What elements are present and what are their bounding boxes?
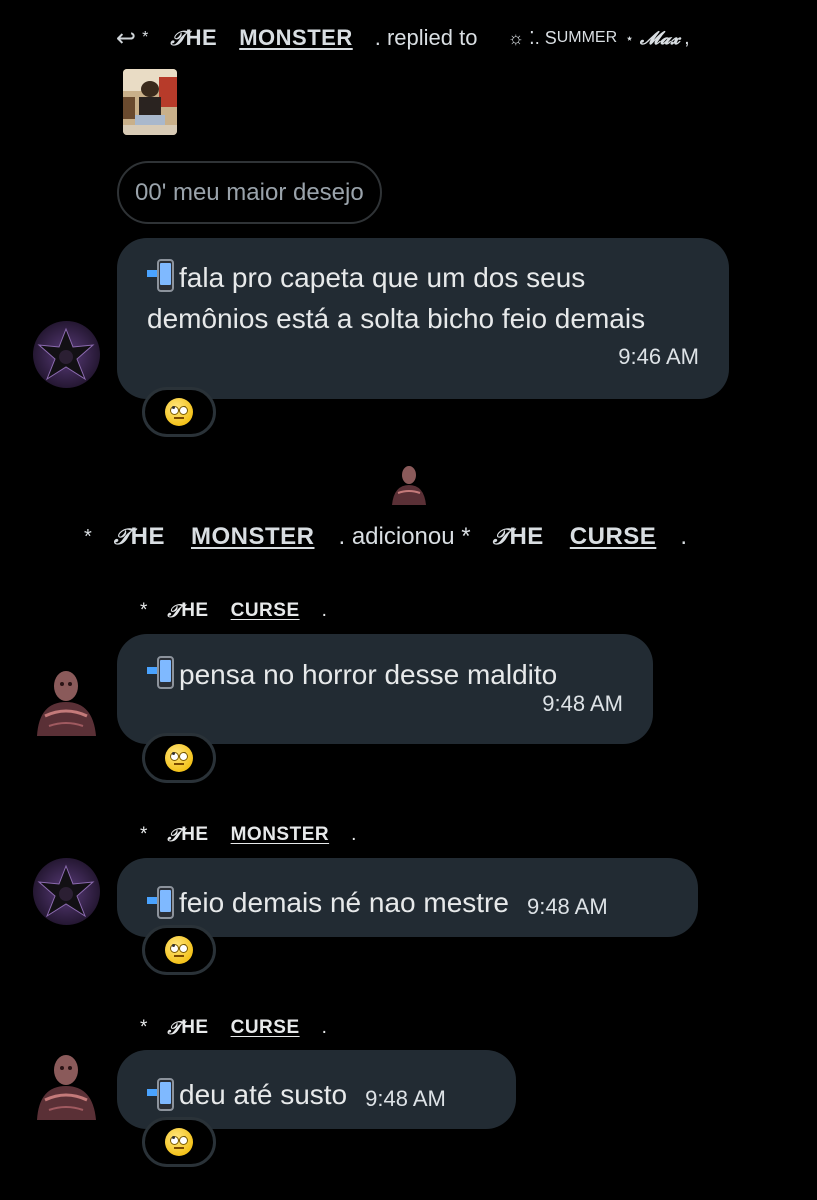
system-target-script: 𝒯 [492,524,510,550]
message-text-block: deu até susto 9:48 AM [147,1070,486,1119]
face-with-rolling-eyes-icon [165,1128,193,1156]
reply-author-name[interactable]: MONSTER [239,25,353,51]
avatar-curse-image [37,1055,96,1120]
mobile-phone-arrow-icon [147,1077,175,1112]
quoted-message-text: 00' meu maior desejo [135,178,364,206]
reaction-badge[interactable] [142,733,216,783]
reply-author-script: 𝒯 [170,26,186,50]
reaction-badge[interactable] [142,925,216,975]
sender-he: HE [181,824,209,845]
mobile-phone-arrow-icon [147,656,175,690]
avatar-monster[interactable] [33,321,100,388]
message-text: feio demais né nao mestre [179,887,509,918]
sender-name: MONSTER [230,824,330,845]
sender-dot: . [321,1017,327,1038]
system-target-he: HE [509,523,544,550]
avatar-curse[interactable] [33,666,100,736]
reaction-badge[interactable] [142,1117,216,1167]
mobile-phone-arrow-icon [147,259,175,293]
sender-name: CURSE [230,1017,300,1038]
reply-star: * [142,29,149,46]
message-text: pensa no horror desse maldito [179,659,558,690]
sender-star: * [140,1017,148,1038]
message-text-block: feio demais né nao mestre 9:48 AM [147,878,668,927]
system-notice: * 𝒯 HE MONSTER . adicionou * 𝒯 HE CURSE … [84,519,687,555]
reply-header: ↩ * 𝒯 HE MONSTER . replied to ☼ ⁚. S UMM… [116,22,690,54]
system-actor-name[interactable]: MONSTER [191,523,315,551]
reply-target-suffix: , [684,26,690,49]
message-time: 9:48 AM [542,691,623,716]
message-text: fala pro capeta que um dos seus demônios… [147,262,646,334]
sender-he: HE [181,1017,209,1038]
sender-dot: . [321,600,327,621]
mobile-phone-arrow-icon [147,885,175,920]
sender-he: HE [181,600,209,621]
sender-script: 𝒯 [167,1017,182,1039]
system-target-name[interactable]: CURSE [570,523,657,551]
sender-script: 𝒯 [167,600,182,622]
reply-target-script: 𝓜𝓪𝔁 [639,27,681,49]
message-time: 9:48 AM [526,894,608,919]
sender-star: * [140,824,148,845]
message-time: 9:46 AM [618,344,699,369]
avatar-curse-small [390,463,428,505]
sender-script: 𝒯 [167,824,182,846]
reply-target-star: ⋆ [625,29,634,46]
reply-arrow-icon: ↩ [116,24,137,52]
sender-star: * [140,600,148,621]
reply-thumbnail[interactable] [123,69,177,135]
avatar-curse[interactable] [33,1050,100,1120]
message-time: 9:48 AM [365,1086,446,1111]
system-action: . adicionou * [338,523,471,550]
system-actor-script: 𝒯 [113,524,131,550]
face-with-rolling-eyes-icon [165,744,193,772]
reply-target-prefix: ☼ ⁚. S [507,27,557,48]
avatar-curse-image [37,671,96,736]
replied-to-text: . replied to [374,25,478,50]
message-bubble[interactable]: fala pro capeta que um dos seus demônios… [117,238,729,399]
reply-author-he: HE [185,25,218,50]
avatar-monster-image [33,321,100,388]
message-text-block: fala pro capeta que um dos seus demônios… [147,257,699,339]
system-actor-he: HE [130,523,165,550]
sender-name: CURSE [230,600,300,621]
sender-name-monster[interactable]: * 𝒯 HE MONSTER . [140,824,356,846]
avatar-monster[interactable] [33,858,100,925]
message-bubble[interactable]: feio demais né nao mestre 9:48 AM [117,858,698,937]
message-bubble[interactable]: pensa no horror desse maldito 9:48 AM [117,634,653,744]
avatar-monster-image [33,858,100,925]
sender-dot: . [351,824,357,845]
reply-target-name[interactable]: UMMER [557,29,617,47]
face-with-rolling-eyes-icon [165,936,193,964]
system-star: * [84,525,92,548]
quoted-message[interactable]: 00' meu maior desejo [117,161,382,224]
reaction-badge[interactable] [142,387,216,437]
avatar-curse-small-image [392,466,426,505]
face-with-rolling-eyes-icon [165,398,193,426]
system-dot: . [680,523,687,550]
message-text: deu até susto [179,1079,348,1110]
sender-name-curse[interactable]: * 𝒯 HE CURSE . [140,1017,327,1039]
sender-name-curse[interactable]: * 𝒯 HE CURSE . [140,600,327,622]
reply-thumbnail-image [123,69,177,135]
